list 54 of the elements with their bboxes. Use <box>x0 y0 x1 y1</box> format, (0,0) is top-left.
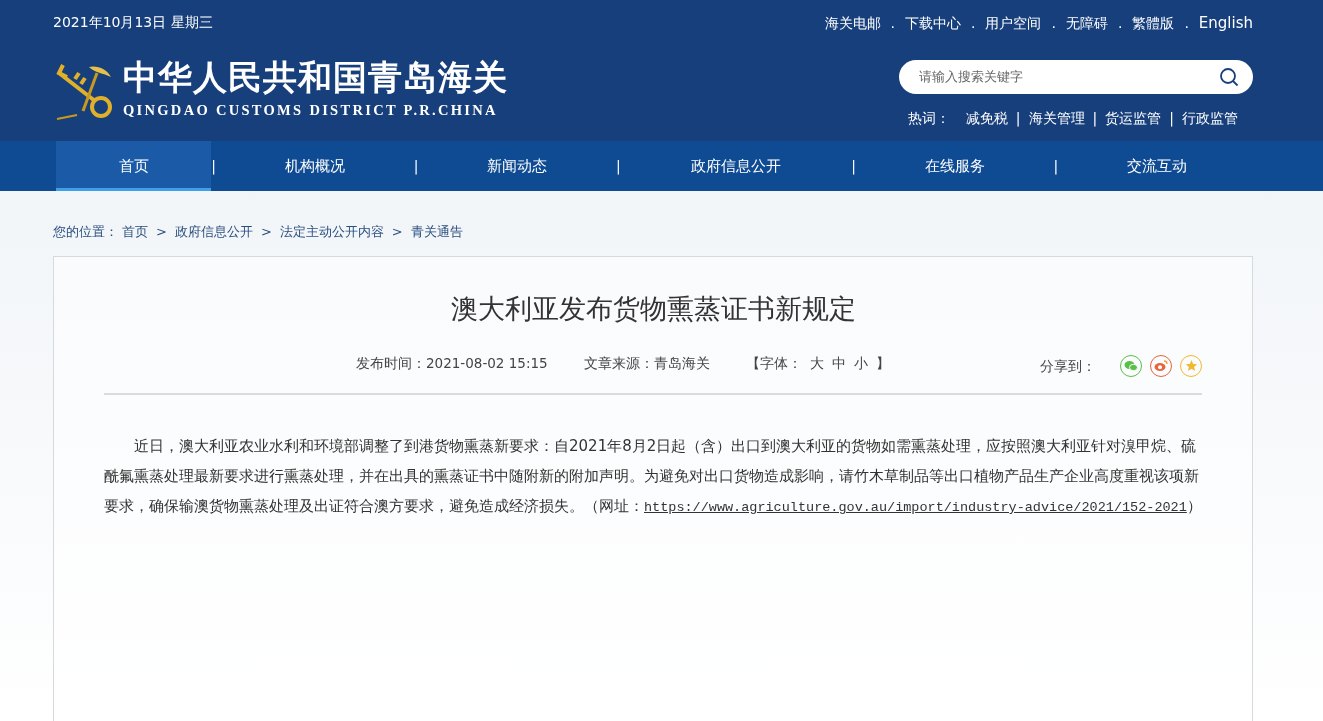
hot-word-link[interactable]: 海关管理 <box>1028 107 1085 129</box>
breadcrumb-label: 您的位置： <box>53 223 118 241</box>
article-source: 文章来源：青岛海关 <box>583 353 710 373</box>
date-text: 2021年10月13日 星期三 <box>53 13 214 32</box>
site-title: 中华人民共和国青岛海关 <box>123 59 508 97</box>
search-icon[interactable] <box>1219 66 1239 87</box>
nav-separator: | <box>616 156 621 177</box>
article-title: 澳大利亚发布货物熏蒸证书新规定 <box>449 292 857 325</box>
share-label: 分享到： <box>1040 356 1096 376</box>
nav-tab[interactable]: 首页 <box>56 141 212 191</box>
top-link[interactable]: 海关电邮 <box>824 12 881 34</box>
breadcrumb-link[interactable]: 首页 <box>122 222 148 242</box>
nav-separator: | <box>1053 156 1059 177</box>
hot-words-label: 热词： <box>907 108 950 128</box>
nav-separator: | <box>851 156 856 177</box>
font-size-link[interactable]: 大 <box>809 352 824 373</box>
font-size-label: 【字体： <box>745 353 802 373</box>
top-link[interactable]: English <box>1198 12 1253 35</box>
separator-text: | <box>1169 108 1174 129</box>
hot-word-link[interactable]: 货运监管 <box>1105 107 1162 129</box>
breadcrumb-link[interactable]: 青关通告 <box>410 222 463 242</box>
nav-tab[interactable]: 交流互动 <box>1058 141 1256 191</box>
separator-dot: . <box>1051 13 1056 33</box>
search-field[interactable]: 请输入搜索关键字 <box>899 59 1253 94</box>
separator-text: | <box>1015 108 1021 129</box>
nav-separator: | <box>211 156 216 177</box>
separator-dot: . <box>1117 13 1123 33</box>
hot-word-link[interactable]: 减免税 <box>965 107 1008 129</box>
breadcrumb-link[interactable]: 法定主动公开内容 <box>279 222 384 242</box>
site-subtitle: QINGDAO CUSTOMS DISTRICT P.R.CHINA <box>123 101 499 121</box>
breadcrumb-separator: > <box>156 223 167 241</box>
top-link[interactable]: 用户空间 <box>985 12 1042 34</box>
separator-dot: . <box>890 13 895 33</box>
font-size-link[interactable]: 小 <box>853 352 868 373</box>
hot-word-link[interactable]: 行政监管 <box>1182 107 1238 129</box>
top-link[interactable]: 下载中心 <box>905 12 961 34</box>
source-link[interactable]: https://www.agriculture.gov.au/import/industry-advice/2021/152-2021 <box>644 499 1187 515</box>
top-link[interactable]: 繁體版 <box>1132 12 1175 34</box>
font-size-bracket: 】 <box>875 353 890 373</box>
breadcrumb-separator: > <box>391 223 403 241</box>
font-size-link[interactable]: 中 <box>831 352 846 373</box>
breadcrumb-link[interactable]: 政府信息公开 <box>174 222 253 242</box>
publish-time: 发布时间：2021-08-02 15:15 <box>356 353 548 373</box>
separator-dot: . <box>1184 13 1189 33</box>
breadcrumb-separator: > <box>260 223 272 241</box>
nav-tab[interactable]: 在线服务 <box>855 141 1054 191</box>
separator-text: | <box>1092 108 1098 129</box>
top-link[interactable]: 无障碍 <box>1065 12 1108 34</box>
separator-dot: . <box>971 13 976 33</box>
nav-separator: | <box>413 156 419 177</box>
article-paragraph: 近日，澳大利亚农业水利和环境部调整了到港货物熏蒸新要求：自2021年8月2日起（含）出口到澳大利亚的货物如需熏蒸处理，应按照澳大利亚针对溴甲烷、硫酰氟熏蒸处理最新要求进行熏蒸处理，并在出具的熏蒸证书中随附新的附加声明。为避免对出口货物造成影响，请竹木草制品等出口植物产品生产企业高度重视该项新要求，确保输澳货物熏蒸处理及出证符合澳方要求，避免造成经济损失。（网址：https://www.agriculture.gov.au/import/industry-advice/2021/152-2021） <box>104 435 1202 517</box>
nav-tab[interactable]: 新闻动态 <box>418 141 617 191</box>
nav-tab[interactable]: 政府信息公开 <box>620 141 852 191</box>
nav-tab[interactable]: 机构概况 <box>215 141 414 191</box>
